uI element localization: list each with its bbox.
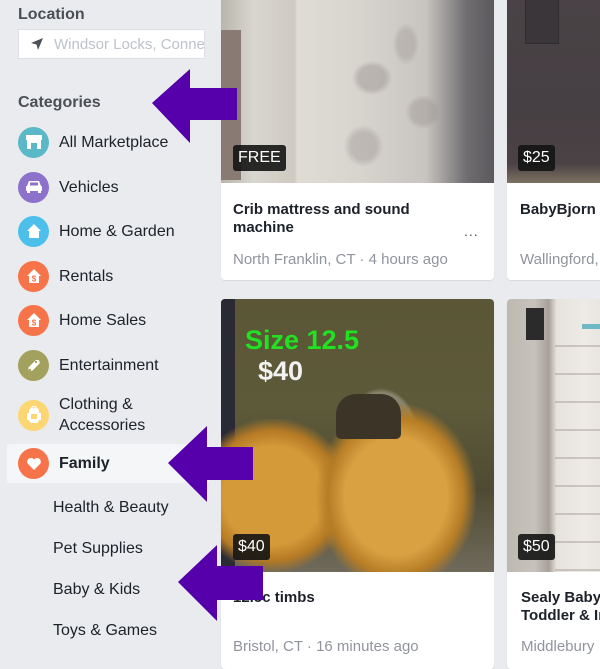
listing-title: Crib mattress and sound machine — [233, 201, 410, 236]
listing-card[interactable]: $25 BabyBjorn Wallingford, CT — [507, 0, 600, 280]
location-field[interactable] — [18, 29, 205, 59]
category-label: Home Sales — [59, 311, 147, 329]
annotation-arrow-categories — [152, 69, 237, 143]
category-label: Rentals — [59, 267, 114, 285]
heart-icon — [18, 448, 49, 479]
listing-meta: Wallingford, CT — [520, 251, 600, 268]
listing-title-line: Sealy Baby — [521, 589, 600, 606]
category-label: Vehicles — [59, 178, 119, 196]
listing-image[interactable]: FREE — [221, 0, 494, 183]
svg-text:$: $ — [31, 275, 36, 284]
category-vehicles[interactable]: Vehicles — [7, 167, 210, 207]
category-rentals[interactable]: $ Rentals — [7, 256, 210, 296]
house-icon — [18, 215, 49, 247]
listing-meta: Bristol, CT · 16 minutes ago — [233, 638, 419, 655]
storefront-icon — [18, 126, 49, 158]
listing-meta: North Franklin, CT · 4 hours ago — [233, 251, 448, 268]
price-tag: FREE — [233, 145, 286, 171]
backpack-icon — [18, 399, 49, 431]
image-overlay-text: Size 12.5 — [245, 325, 360, 355]
category-entertainment[interactable]: Entertainment — [7, 345, 210, 385]
listing-meta: Middlebury — [521, 638, 595, 655]
category-label: Home & Garden — [59, 222, 175, 240]
house-dollar-icon: $ — [18, 260, 49, 292]
image-overlay-text: $40 — [258, 356, 304, 386]
listing-title: BabyBjorn — [520, 201, 596, 218]
more-options-button[interactable]: ... — [464, 223, 479, 239]
category-label: Entertainment — [59, 356, 159, 374]
subcategory-health-beauty[interactable]: Health & Beauty — [53, 499, 169, 517]
annotation-arrow-family — [168, 426, 253, 502]
price-tag: $50 — [518, 534, 555, 560]
car-icon — [18, 171, 49, 203]
location-input[interactable] — [54, 35, 204, 53]
category-home-garden[interactable]: Home & Garden — [7, 211, 210, 251]
subcategory-baby-kids[interactable]: Baby & Kids — [53, 581, 140, 599]
subcategory-toys-games[interactable]: Toys & Games — [53, 622, 157, 640]
listing-image[interactable]: $25 — [507, 0, 600, 183]
listing-title-line: Toddler & Infant — [521, 607, 600, 624]
categories-heading: Categories — [18, 94, 101, 111]
listing-image[interactable]: Size 12.5 $40 $40 — [221, 299, 494, 572]
location-heading: Location — [18, 6, 85, 23]
game-controller-icon — [18, 349, 49, 381]
category-label: Clothing & Accessories — [59, 396, 146, 434]
navigation-arrow-icon — [31, 38, 43, 50]
subcategory-pet-supplies[interactable]: Pet Supplies — [53, 540, 143, 558]
house-dollar-icon: $ — [18, 304, 49, 336]
category-label: Family — [59, 455, 110, 472]
listing-image[interactable]: $50 — [507, 299, 600, 572]
annotation-arrow-baby-kids — [178, 545, 263, 621]
category-home-sales[interactable]: $ Home Sales — [7, 300, 210, 340]
listing-title: Sealy Baby Toddler & Infant — [521, 589, 600, 625]
svg-text:$: $ — [31, 319, 36, 328]
listing-card[interactable]: $50 Sealy Baby Toddler & Infant Middlebu… — [507, 299, 600, 669]
listing-card[interactable]: FREE Crib mattress and sound machine ...… — [221, 0, 494, 280]
price-tag: $25 — [518, 145, 555, 171]
